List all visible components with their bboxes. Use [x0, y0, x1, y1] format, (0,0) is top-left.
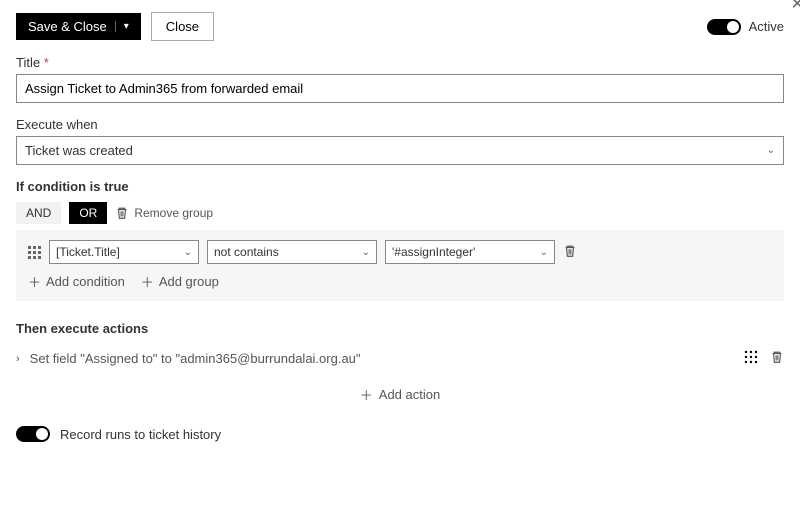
drag-handle-icon[interactable]	[28, 246, 41, 259]
chevron-right-icon[interactable]: ›	[16, 353, 20, 365]
condition-heading: If condition is true	[16, 179, 784, 194]
chevron-down-icon: ⌄	[540, 247, 548, 258]
execute-when-value: Ticket was created	[25, 143, 133, 158]
chevron-down-icon: ⌄	[362, 247, 370, 258]
close-icon[interactable]: ✕	[791, 0, 800, 14]
condition-operator-select[interactable]: not contains⌄	[207, 240, 377, 264]
active-label: Active	[749, 19, 784, 34]
remove-group-button[interactable]: Remove group	[115, 206, 213, 220]
close-button[interactable]: Close	[151, 12, 214, 41]
save-close-label: Save & Close	[28, 19, 107, 34]
title-label: Title *	[16, 55, 784, 70]
condition-value-select[interactable]: '#assignInteger'⌄	[385, 240, 555, 264]
record-runs-label: Record runs to ticket history	[60, 427, 221, 442]
condition-field-select[interactable]: [Ticket.Title]⌄	[49, 240, 199, 264]
action-item: › Set field "Assigned to" to "admin365@b…	[16, 344, 784, 373]
trash-icon	[115, 206, 129, 220]
execute-when-select[interactable]: Ticket was created ⌄	[16, 136, 784, 165]
active-toggle[interactable]	[707, 19, 741, 35]
reorder-action-button[interactable]	[744, 350, 758, 367]
record-runs-toggle[interactable]	[16, 426, 50, 442]
condition-row: [Ticket.Title]⌄ not contains⌄ '#assignIn…	[28, 240, 772, 264]
title-input[interactable]	[16, 74, 784, 103]
save-close-button[interactable]: Save & Close ▾	[16, 13, 141, 40]
actions-heading: Then execute actions	[16, 321, 784, 336]
and-chip[interactable]: AND	[16, 202, 61, 224]
add-action-button[interactable]: ＋ Add action	[360, 385, 440, 404]
execute-when-label: Execute when	[16, 117, 784, 132]
trash-icon	[770, 350, 784, 364]
trash-icon	[563, 244, 577, 258]
condition-group: [Ticket.Title]⌄ not contains⌄ '#assignIn…	[16, 230, 784, 301]
or-chip[interactable]: OR	[69, 202, 107, 224]
grid-icon	[744, 350, 758, 364]
action-text: Set field "Assigned to" to "admin365@bur…	[30, 351, 361, 366]
delete-condition-button[interactable]	[563, 244, 577, 261]
chevron-down-icon: ⌄	[184, 247, 192, 258]
top-toolbar: Save & Close ▾ Close Active	[16, 12, 784, 41]
delete-action-button[interactable]	[770, 350, 784, 367]
add-condition-button[interactable]: ＋ Add condition	[28, 272, 125, 291]
chevron-down-icon: ⌄	[767, 145, 775, 156]
add-group-button[interactable]: ＋ Add group	[141, 272, 219, 291]
chevron-down-icon[interactable]: ▾	[115, 21, 129, 32]
